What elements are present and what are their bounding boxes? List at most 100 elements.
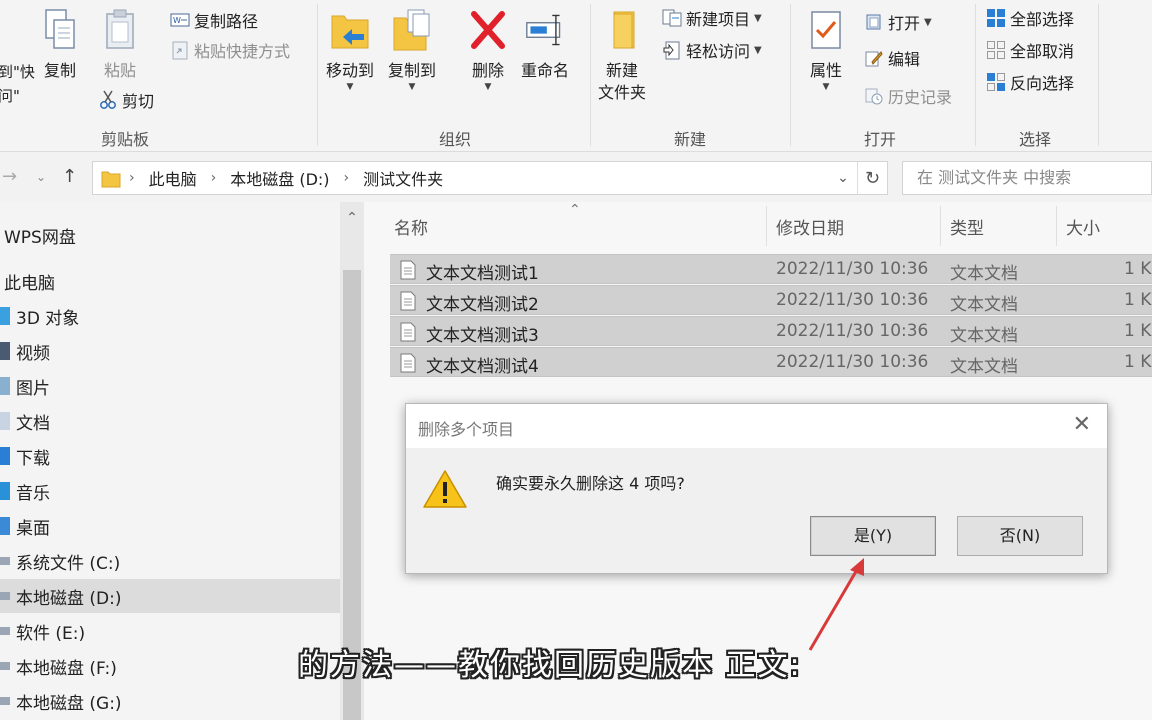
- sidebar-item-drive-c[interactable]: 系统文件 (C:): [0, 544, 340, 578]
- group-separator: [317, 4, 318, 146]
- file-date: 2022/11/30 10:36: [776, 290, 929, 310]
- copy-to-button[interactable]: 复制到 ▼: [388, 6, 436, 92]
- sidebar-item-music[interactable]: 音乐: [0, 474, 340, 508]
- cut-button[interactable]: 剪切: [98, 88, 154, 112]
- clipboard-icon: [100, 6, 140, 54]
- easy-access-button[interactable]: 轻松访问 ▼: [662, 38, 762, 62]
- delete-button[interactable]: 删除 ▼: [468, 6, 508, 92]
- copy-to-label: 复制到: [388, 61, 437, 80]
- sidebar-item-wps-drive[interactable]: WPS网盘: [0, 218, 340, 252]
- column-divider[interactable]: [940, 206, 941, 246]
- paste-button[interactable]: 粘贴: [100, 6, 140, 82]
- file-row[interactable]: 文本文档测试4 2022/11/30 10:36 文本文档 1 K: [390, 347, 1152, 377]
- file-type: 文本文档: [950, 326, 1018, 346]
- file-row[interactable]: 文本文档测试3 2022/11/30 10:36 文本文档 1 K: [390, 316, 1152, 346]
- column-header-date[interactable]: 修改日期: [776, 214, 844, 239]
- sidebar-item-label: 桌面: [16, 518, 50, 539]
- file-row[interactable]: 文本文档测试2 2022/11/30 10:36 文本文档 1 K: [390, 285, 1152, 315]
- new-folder-label: 新建 文件夹: [598, 61, 647, 102]
- close-icon[interactable]: ✕: [1073, 412, 1091, 437]
- delete-confirm-dialog: 删除多个项目 ✕ 确实要永久删除这 4 项吗? 是(Y) 否(N): [405, 403, 1108, 574]
- file-row[interactable]: 文本文档测试1 2022/11/30 10:36 文本文档 1 K: [390, 254, 1152, 284]
- copy-path-button[interactable]: W 复制路径: [170, 8, 258, 32]
- address-dropdown-icon[interactable]: ⌄: [829, 170, 857, 186]
- ribbon: 到"快 问" 复制 粘贴 W 复制路径 粘贴快捷方式 剪切 剪贴板 移动到 ▼: [0, 0, 1152, 152]
- new-item-dropdown-icon: ▼: [754, 12, 762, 24]
- move-to-button[interactable]: 移动到 ▼: [326, 6, 374, 92]
- address-bar[interactable]: › 此电脑 › 本地磁盘 (D:) › 测试文件夹 ⌄ ↻: [92, 161, 888, 195]
- no-button[interactable]: 否(N): [957, 516, 1083, 556]
- sidebar-item-desktop[interactable]: 桌面: [0, 509, 340, 543]
- column-header-name[interactable]: 名称: [394, 214, 428, 239]
- open-button[interactable]: 打开 ▼: [864, 10, 932, 34]
- breadcrumb-drive-d[interactable]: 本地磁盘 (D:): [230, 166, 329, 190]
- sidebar-item-drive-f[interactable]: 本地磁盘 (F:): [0, 649, 340, 683]
- open-icon: [864, 12, 884, 32]
- invert-selection-icon: [986, 72, 1006, 92]
- column-header-size[interactable]: 大小: [1066, 214, 1100, 239]
- file-size: 1 K: [1124, 352, 1152, 372]
- breadcrumb-separator-icon[interactable]: ›: [129, 170, 135, 186]
- select-none-button[interactable]: 全部取消: [986, 38, 1074, 62]
- sidebar-item-label: 本地磁盘 (F:): [16, 658, 117, 679]
- new-item-button[interactable]: 新建项目 ▼: [662, 6, 762, 30]
- edit-button[interactable]: 编辑: [864, 46, 920, 70]
- refresh-icon[interactable]: ↻: [857, 162, 887, 194]
- sidebar-item-label: 本地磁盘 (D:): [16, 588, 122, 609]
- sidebar-item-drive-d[interactable]: 本地磁盘 (D:): [0, 579, 340, 613]
- breadcrumb-separator-icon[interactable]: ›: [211, 170, 217, 186]
- copy-button[interactable]: 复制: [40, 6, 80, 82]
- select-none-icon: [986, 40, 1006, 60]
- breadcrumb-this-pc[interactable]: 此电脑: [149, 166, 197, 190]
- sidebar-item-pictures[interactable]: 图片: [0, 369, 340, 403]
- forward-arrow-icon[interactable]: →: [2, 166, 17, 187]
- sidebar-item-videos[interactable]: 视频: [0, 334, 340, 368]
- copy-label: 复制: [43, 61, 76, 80]
- up-arrow-icon[interactable]: ↑: [62, 166, 77, 187]
- organize-group-label: 组织: [438, 130, 471, 149]
- pin-quick-access-button[interactable]: 到"快 问": [0, 60, 35, 108]
- select-all-icon: [986, 8, 1006, 28]
- rename-label: 重命名: [521, 61, 570, 80]
- history-button[interactable]: 历史记录: [864, 84, 952, 108]
- delete-x-icon: [468, 6, 508, 54]
- sidebar-item-documents[interactable]: 文档: [0, 404, 340, 438]
- dialog-title: 删除多个项目: [418, 420, 515, 439]
- properties-button[interactable]: 属性 ▼: [806, 6, 846, 92]
- column-divider[interactable]: [766, 206, 767, 246]
- sidebar-item-drive-g[interactable]: 本地磁盘 (G:): [0, 684, 340, 718]
- edit-pencil-icon: [864, 48, 884, 68]
- video-subtitle: 的方法——教你找回历史版本 正文:: [298, 648, 802, 683]
- sidebar-item-downloads[interactable]: 下载: [0, 439, 340, 473]
- recent-locations-chevron-icon[interactable]: ⌄: [36, 170, 46, 184]
- file-name: 文本文档测试3: [426, 326, 539, 346]
- delete-dropdown-icon: ▼: [484, 82, 492, 92]
- easy-access-icon: [662, 40, 682, 60]
- sidebar-item-drive-e[interactable]: 软件 (E:): [0, 614, 340, 648]
- search-input[interactable]: 在 测试文件夹 中搜索: [902, 161, 1152, 195]
- select-all-button[interactable]: 全部选择: [986, 6, 1074, 30]
- history-clock-icon: [864, 86, 884, 106]
- paste-shortcut-icon: [170, 40, 190, 60]
- dialog-titlebar[interactable]: 删除多个项目 ✕: [406, 404, 1107, 448]
- file-name: 文本文档测试2: [426, 295, 539, 315]
- breadcrumb-separator-icon[interactable]: ›: [344, 170, 350, 186]
- documents-icon: [0, 412, 10, 430]
- address-controls: ⌄ ↻: [829, 162, 887, 194]
- dialog-message: 确实要永久删除这 4 项吗?: [496, 474, 685, 493]
- invert-selection-button[interactable]: 反向选择: [986, 70, 1074, 94]
- file-date: 2022/11/30 10:36: [776, 259, 929, 279]
- sidebar-item-this-pc[interactable]: 此电脑: [0, 264, 340, 298]
- scroll-up-arrow-icon[interactable]: ⌃: [340, 210, 364, 226]
- group-separator: [1098, 4, 1099, 146]
- rename-button[interactable]: 重命名: [521, 6, 569, 82]
- breadcrumb-test-folder[interactable]: 测试文件夹: [363, 166, 443, 190]
- sidebar-item-3d-objects[interactable]: 3D 对象: [0, 299, 340, 333]
- column-divider[interactable]: [1056, 206, 1057, 246]
- column-header-type[interactable]: 类型: [950, 214, 984, 239]
- paste-shortcut-button[interactable]: 粘贴快捷方式: [170, 38, 290, 62]
- new-item-label: 新建项目: [686, 10, 751, 29]
- new-folder-button[interactable]: 新建 文件夹: [598, 6, 646, 104]
- file-date: 2022/11/30 10:36: [776, 352, 929, 372]
- yes-button[interactable]: 是(Y): [810, 516, 936, 556]
